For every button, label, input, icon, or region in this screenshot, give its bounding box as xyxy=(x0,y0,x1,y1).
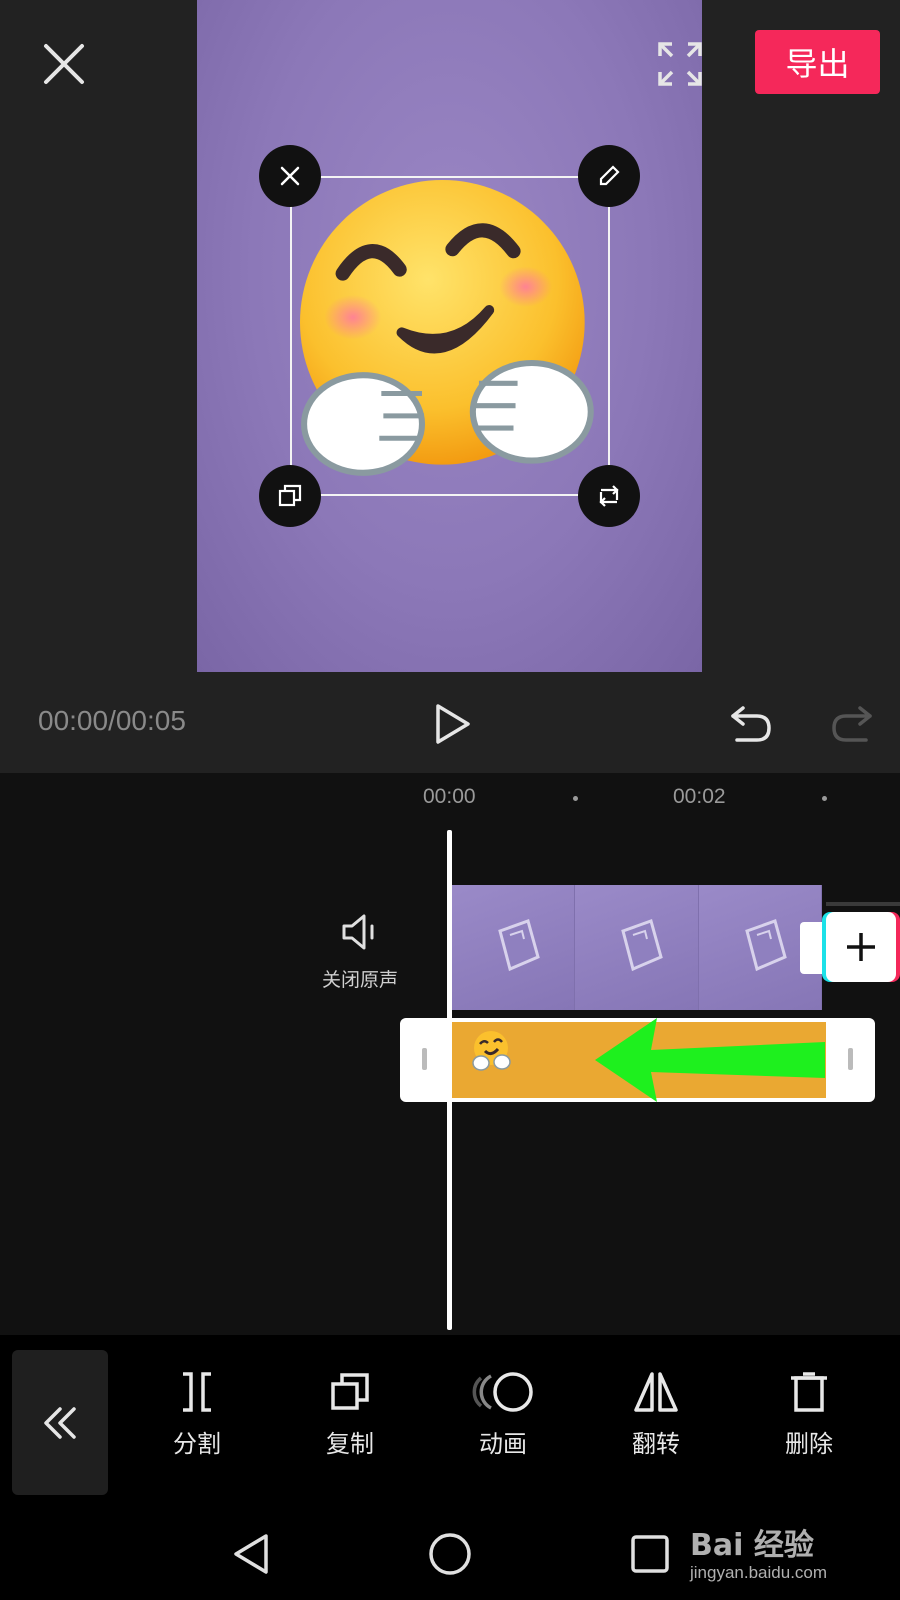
video-track[interactable] xyxy=(452,885,822,1010)
animation-icon xyxy=(472,1372,533,1412)
delete-sticker-handle[interactable] xyxy=(259,145,321,207)
time-readout: 00:00/00:05 xyxy=(38,705,186,736)
edit-sticker-handle[interactable] xyxy=(578,145,640,207)
playhead[interactable] xyxy=(447,830,452,1330)
nav-recents-icon[interactable] xyxy=(626,1530,674,1578)
track-end-marker xyxy=(826,902,900,906)
video-frame-thumbnail xyxy=(575,885,699,1010)
tool-copy[interactable]: 复制 xyxy=(295,1370,405,1480)
tool-animation[interactable]: 动画 xyxy=(448,1370,558,1480)
collapse-back-button[interactable] xyxy=(12,1350,108,1495)
close-icon[interactable] xyxy=(40,40,88,88)
export-button[interactable]: 导出 xyxy=(755,30,880,94)
play-icon[interactable] xyxy=(428,700,476,748)
tool-label: 动画 xyxy=(479,1430,527,1458)
green-arrow-annotation xyxy=(595,1018,825,1102)
tool-flip[interactable]: 翻转 xyxy=(601,1370,711,1480)
video-frame-thumbnail xyxy=(452,885,576,1010)
flip-icon xyxy=(634,1372,678,1412)
undo-icon[interactable] xyxy=(727,700,775,748)
redo-icon[interactable] xyxy=(828,700,876,748)
tool-label: 分割 xyxy=(173,1430,221,1458)
tool-label: 复制 xyxy=(326,1430,374,1458)
hugging-face-sticker[interactable] xyxy=(300,180,605,485)
split-icon xyxy=(183,1372,211,1412)
tool-label: 删除 xyxy=(785,1430,833,1458)
add-clip-button[interactable] xyxy=(826,912,896,982)
copy-sticker-handle[interactable] xyxy=(259,465,321,527)
trim-handle-right[interactable] xyxy=(848,1048,853,1070)
tool-delete[interactable]: 删除 xyxy=(754,1370,864,1480)
sticker-thumbnail xyxy=(472,1031,511,1071)
double-chevron-left-icon xyxy=(44,1406,76,1439)
timeline-dot xyxy=(822,796,827,801)
speaker-icon xyxy=(342,914,374,950)
tool-split[interactable]: 分割 xyxy=(142,1370,252,1480)
nav-home-icon[interactable] xyxy=(426,1530,474,1578)
timeline-tick: 00:00 xyxy=(423,785,476,808)
mute-label: 关闭原声 xyxy=(321,969,398,991)
delete-icon xyxy=(791,1372,827,1412)
watermark-brand: Bai 经验 xyxy=(690,1528,814,1563)
copy-icon xyxy=(331,1373,369,1410)
watermark-url: jingyan.baidu.com xyxy=(690,1563,828,1582)
plus-icon xyxy=(847,933,875,961)
nav-back-icon[interactable] xyxy=(228,1530,276,1578)
fullscreen-icon[interactable] xyxy=(656,40,704,88)
trim-handle-left[interactable] xyxy=(422,1048,427,1070)
timeline-dot xyxy=(573,796,578,801)
mute-original-audio-button[interactable]: 关闭原声 xyxy=(310,910,410,1000)
timeline-tick: 00:02 xyxy=(673,785,726,808)
tool-label: 翻转 xyxy=(632,1430,680,1458)
rotate-scale-handle[interactable] xyxy=(578,465,640,527)
